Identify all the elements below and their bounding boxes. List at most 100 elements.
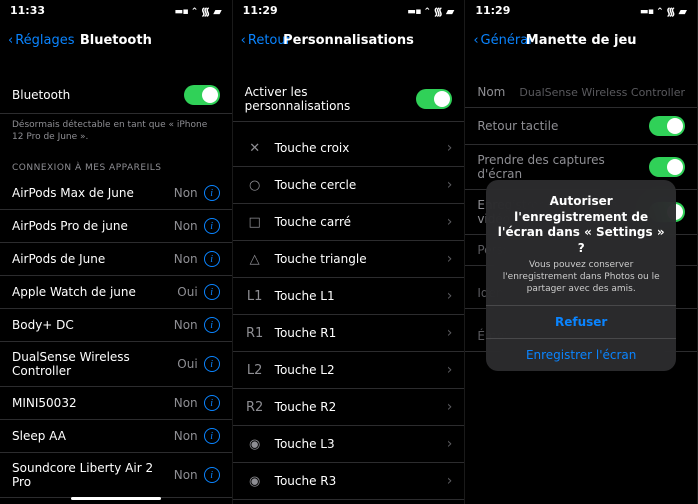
button-row[interactable]: △ Touche triangle › [233, 241, 465, 278]
page-title: Manette de jeu [526, 33, 637, 48]
button-row[interactable]: ◉ Touche R3 › [233, 463, 465, 500]
button-row[interactable]: L1 Touche L1 › [233, 278, 465, 315]
back-button[interactable]: ‹ Général [473, 33, 531, 48]
activate-toggle-row: Activer les personnalisations [233, 77, 465, 122]
info-icon[interactable]: i [204, 317, 220, 333]
button-label: Touche carré [275, 215, 447, 229]
info-icon[interactable]: i [204, 395, 220, 411]
name-row[interactable]: Nom DualSense Wireless Controller [465, 77, 697, 108]
device-row[interactable]: AirPods de June Non i [0, 243, 232, 276]
chevron-right-icon: › [447, 473, 453, 489]
button-label: Touche L3 [275, 437, 447, 451]
device-row[interactable]: Sleep AA Non i [0, 420, 232, 453]
device-row[interactable]: MINI50032 Non i [0, 387, 232, 420]
device-name: Apple Watch de june [12, 285, 177, 299]
device-name: AirPods Max de June [12, 186, 174, 200]
button-label: Touche L2 [275, 363, 447, 377]
screen-controller: 11:29 ▬▪ ⌃᯾▰ ‹ Général Manette de jeu No… [465, 0, 698, 504]
status-time: 11:29 [243, 4, 278, 19]
setting-toggle[interactable] [649, 157, 685, 177]
screen-customizations: 11:29 ▬▪ ⌃᯾▰ ‹ Retour Personnalisations … [233, 0, 466, 504]
back-button[interactable]: ‹ Réglages [8, 33, 75, 48]
button-row[interactable]: ✕ Touche croix › [233, 130, 465, 167]
info-icon[interactable]: i [204, 284, 220, 300]
button-icon: L2 [245, 360, 265, 380]
info-icon[interactable]: i [204, 185, 220, 201]
content: Activer les personnalisations ✕ Touche c… [233, 57, 465, 504]
info-icon[interactable]: i [204, 428, 220, 444]
back-label: Général [481, 33, 532, 48]
screen-bluetooth: 11:33 ▬▪ ⌃᯾▰ ‹ Réglages Bluetooth Blueto… [0, 0, 233, 504]
status-bar: 11:33 ▬▪ ⌃᯾▰ [0, 0, 232, 23]
device-status: Non [174, 468, 198, 482]
nav-bar: ‹ Général Manette de jeu [465, 23, 697, 57]
button-row[interactable]: □ Touche carré › [233, 204, 465, 241]
device-name: Body+ DC [12, 318, 174, 332]
button-row[interactable]: R2 Touche R2 › [233, 389, 465, 426]
device-status: Non [174, 318, 198, 332]
info-icon[interactable]: i [204, 467, 220, 483]
button-icon: R2 [245, 397, 265, 417]
button-label: Touche R1 [275, 326, 447, 340]
bluetooth-toggle[interactable] [184, 85, 220, 105]
chevron-right-icon: › [447, 177, 453, 193]
button-icon: □ [245, 212, 265, 232]
chevron-right-icon: › [447, 399, 453, 415]
chevron-right-icon: › [447, 288, 453, 304]
info-icon[interactable]: i [204, 356, 220, 372]
button-icon: ◉ [245, 434, 265, 454]
device-name: MINI50032 [12, 396, 174, 410]
nav-bar: ‹ Retour Personnalisations [233, 23, 465, 57]
name-value: DualSense Wireless Controller [519, 86, 685, 99]
refuse-button[interactable]: Refuser [486, 305, 676, 338]
chevron-right-icon: › [447, 251, 453, 267]
bluetooth-label: Bluetooth [12, 88, 184, 102]
record-button[interactable]: Enregistrer l'écran [486, 338, 676, 371]
setting-label: Prendre des captures d'écran [477, 153, 649, 181]
button-row[interactable]: L2 Touche L2 › [233, 352, 465, 389]
device-row[interactable]: AirPods Pro de june Non i [0, 210, 232, 243]
status-time: 11:33 [10, 4, 45, 19]
button-label: Touche R2 [275, 400, 447, 414]
button-row[interactable]: ◉ Touche L3 › [233, 426, 465, 463]
button-row[interactable]: ○ Touche cercle › [233, 167, 465, 204]
button-label: Touche L1 [275, 289, 447, 303]
device-name: AirPods Pro de june [12, 219, 174, 233]
alert-title: Autoriser l'enregistrement de l'écran da… [496, 194, 666, 256]
content: Bluetooth Désormais détectable en tant q… [0, 57, 232, 504]
page-title: Bluetooth [80, 33, 152, 48]
button-row[interactable]: R1 Touche R1 › [233, 315, 465, 352]
chevron-left-icon: ‹ [8, 33, 13, 48]
button-icon: ◉ [245, 471, 265, 491]
chevron-right-icon: › [447, 436, 453, 452]
device-name: DualSense Wireless Controller [12, 350, 177, 378]
home-indicator[interactable] [71, 497, 161, 500]
button-row[interactable]: ▭ Pavé tactile › [233, 500, 465, 504]
device-status: Oui [177, 357, 197, 371]
nav-bar: ‹ Réglages Bluetooth [0, 23, 232, 57]
button-label: Touche croix [275, 141, 447, 155]
info-icon[interactable]: i [204, 218, 220, 234]
device-row[interactable]: Body+ DC Non i [0, 309, 232, 342]
device-row[interactable]: Apple Watch de june Oui i [0, 276, 232, 309]
device-name: AirPods de June [12, 252, 174, 266]
alert-message: Vous pouvez conserver l'enregistrement d… [496, 260, 666, 295]
status-bar: 11:29 ▬▪ ⌃᯾▰ [465, 0, 697, 23]
device-status: Non [174, 252, 198, 266]
activate-label: Activer les personnalisations [245, 85, 417, 113]
info-icon[interactable]: i [204, 251, 220, 267]
device-name: Soundcore Liberty Air 2 Pro [12, 461, 174, 489]
device-row[interactable]: AirPods Max de June Non i [0, 177, 232, 210]
setting-toggle[interactable] [649, 116, 685, 136]
device-status: Non [174, 396, 198, 410]
button-icon: ✕ [245, 138, 265, 158]
device-row[interactable]: DualSense Wireless Controller Oui i [0, 342, 232, 387]
chevron-right-icon: › [447, 325, 453, 341]
name-label: Nom [477, 85, 519, 99]
my-devices-header: CONNEXION À MES APPAREILS [0, 149, 232, 177]
device-row[interactable]: Soundcore Liberty Air 2 Pro Non i [0, 453, 232, 498]
activate-toggle[interactable] [416, 89, 452, 109]
status-icons: ▬▪ ⌃᯾▰ [175, 4, 222, 19]
page-title: Personnalisations [283, 33, 414, 48]
device-status: Non [174, 429, 198, 443]
